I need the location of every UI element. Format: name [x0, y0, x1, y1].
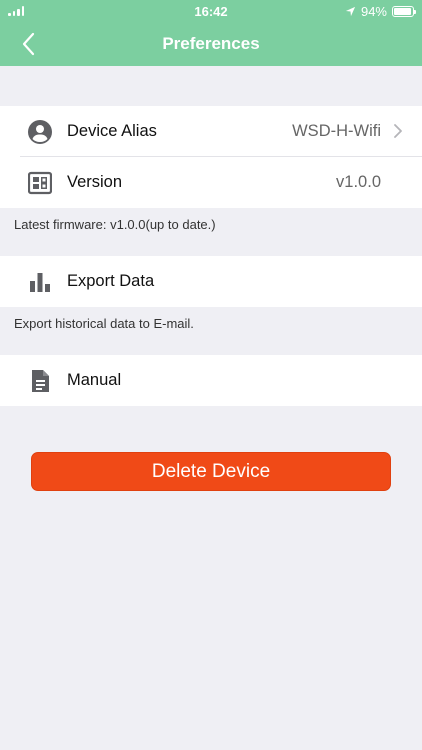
device-alias-value: WSD-H-Wifi [292, 122, 381, 140]
battery-icon [392, 5, 416, 17]
version-value: v1.0.0 [336, 173, 381, 191]
chevron-right-icon [394, 124, 402, 138]
battery-percent: 94% [360, 3, 387, 19]
status-right: 94% [345, 3, 416, 19]
export-note: Export historical data to E-mail. [14, 316, 194, 331]
chip-icon [28, 171, 52, 195]
user-circle-icon [28, 119, 52, 144]
manual-label: Manual [67, 371, 122, 389]
device-alias-row[interactable]: Device Alias WSD-H-Wifi [0, 106, 422, 157]
nav-bar: Preferences [0, 22, 422, 66]
delete-device-button[interactable]: Delete Device [31, 452, 391, 491]
version-row: Version v1.0.0 [0, 157, 422, 208]
status-bar: 16:42 94% [0, 0, 422, 22]
manual-group: Manual [0, 355, 422, 406]
export-group: Export Data [0, 256, 422, 307]
location-arrow-icon [345, 6, 356, 16]
device-alias-label: Device Alias [67, 122, 157, 140]
version-label: Version [67, 173, 123, 191]
manual-row[interactable]: Manual [0, 355, 422, 406]
bar-chart-icon [28, 270, 52, 294]
header: 16:42 94% Preferences [0, 0, 422, 66]
battery-fill [394, 7, 411, 15]
document-icon [28, 369, 52, 393]
page-title: Preferences [162, 34, 260, 53]
device-settings-group: Device Alias WSD-H-Wifi Version v1.0.0 [0, 106, 422, 208]
export-data-label: Export Data [67, 272, 155, 290]
export-data-row[interactable]: Export Data [0, 256, 422, 307]
firmware-note: Latest firmware: v1.0.0(up to date.) [14, 217, 216, 232]
